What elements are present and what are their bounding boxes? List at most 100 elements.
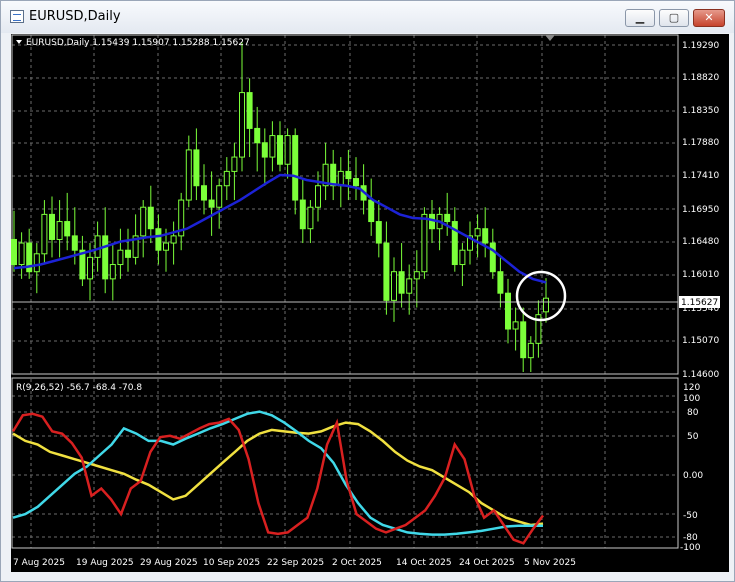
candle-body (87, 256, 93, 280)
candle-body (444, 213, 451, 223)
candle-body (193, 149, 200, 187)
candle-body (512, 321, 519, 330)
indicator-tick: 0.00 (683, 471, 703, 481)
candle-body (299, 199, 306, 230)
candle-body (185, 149, 192, 201)
candle-body (421, 213, 428, 273)
price-tick: 1.14600 (682, 370, 719, 380)
candle-body (223, 170, 230, 187)
price-tick: 1.16010 (682, 270, 719, 280)
candle-body (41, 213, 48, 255)
candle-body (337, 170, 344, 187)
candle-body (102, 235, 109, 280)
indicator-tick: 120 (683, 383, 700, 393)
candle-body (71, 235, 78, 251)
candle-body (459, 249, 466, 266)
date-tick: 7 Aug 2025 (13, 558, 65, 568)
date-tick: 10 Sep 2025 (203, 558, 260, 568)
candle-body (497, 271, 504, 294)
candle-body (140, 206, 147, 237)
date-tick: 19 Aug 2025 (76, 558, 134, 568)
candle-body (368, 199, 375, 223)
candle-body (261, 142, 268, 158)
date-tick: 22 Sep 2025 (267, 558, 324, 568)
candle-body (353, 178, 359, 187)
candle-body (292, 135, 299, 201)
candle-body (489, 242, 496, 273)
candle-body (147, 206, 154, 230)
chart-window-icon (10, 10, 24, 23)
price-chart[interactable]: EURUSD,Daily 1.15439 1.15907 1.15288 1.1… (11, 34, 729, 572)
candle-body (49, 213, 55, 240)
candle-body (505, 292, 511, 330)
candle-body (163, 242, 169, 251)
candle-body (216, 185, 223, 208)
chart-area[interactable]: EURUSD,Daily 1.15439 1.15907 1.15288 1.1… (11, 34, 729, 572)
price-tick: 1.18350 (682, 106, 719, 116)
indicator-tick: 100 (683, 394, 700, 404)
candle-body (413, 271, 420, 280)
price-tick: 1.17410 (682, 171, 719, 181)
candle-body (246, 92, 253, 129)
candle-body (345, 170, 352, 180)
candle-body (307, 206, 314, 230)
indicator-tick: 80 (687, 408, 699, 418)
candle-body (520, 321, 527, 359)
candle-body (239, 92, 245, 158)
close-button[interactable]: ✕ (693, 9, 725, 27)
indicator-label: R(9,26,52) -56.7 -68.4 -70.8 (16, 383, 142, 393)
candle-body (375, 221, 382, 244)
date-tick: 29 Aug 2025 (140, 558, 198, 568)
date-tick: 14 Oct 2025 (396, 558, 452, 568)
indicator-tick: -100 (680, 543, 701, 553)
candle-body (170, 235, 177, 244)
candle-body (269, 135, 276, 158)
date-tick: 2 Oct 2025 (332, 558, 382, 568)
indicator-tick: 50 (687, 432, 699, 442)
price-tick: 1.16480 (682, 237, 719, 247)
candle-body (474, 228, 481, 237)
title-bar[interactable]: EURUSD,Daily ▁ ▢ ✕ (1, 1, 734, 33)
window-title: EURUSD,Daily (29, 9, 121, 24)
candle-body (109, 264, 116, 280)
candle-body (406, 278, 413, 294)
candle-body (527, 342, 534, 359)
candle-body (254, 127, 261, 144)
indicator-tick: -50 (683, 511, 698, 521)
price-tick: 1.15070 (682, 336, 719, 346)
maximize-button[interactable]: ▢ (659, 9, 689, 27)
candle-body (482, 228, 489, 244)
candle-body (208, 199, 215, 208)
candle-body (543, 297, 549, 313)
price-tick: 1.19290 (682, 41, 719, 51)
date-tick: 24 Oct 2025 (459, 558, 515, 568)
price-tick: 1.16950 (682, 205, 719, 215)
candle-body (125, 249, 131, 258)
indicator-tick: -80 (683, 533, 698, 543)
price-tick: 1.17880 (682, 138, 719, 148)
candle-body (315, 185, 321, 208)
candle-body (64, 221, 71, 237)
candle-body (18, 242, 25, 266)
candle-body (11, 238, 17, 266)
candle-body (330, 163, 337, 187)
chart-header: EURUSD,Daily 1.15439 1.15907 1.15288 1.1… (26, 38, 250, 48)
price-tick: 1.18820 (682, 73, 719, 83)
candle-body (277, 135, 283, 165)
candle-body (398, 271, 405, 294)
chart-window: EURUSD,Daily ▁ ▢ ✕ EURUSD,Daily 1.15439 … (0, 0, 735, 582)
candle-body (201, 185, 207, 201)
time-axis[interactable]: 7 Aug 2025 19 Aug 2025 29 Aug 2025 10 Se… (13, 558, 576, 568)
candle-body (94, 235, 101, 258)
candle-body (155, 228, 162, 251)
candle-body (284, 135, 291, 165)
candle-body (231, 156, 238, 172)
candle-body (33, 253, 40, 273)
minimize-button[interactable]: ▁ (625, 9, 655, 27)
current-price-label: 1.15627 (681, 298, 718, 308)
candle-body (383, 242, 390, 301)
date-tick: 5 Nov 2025 (524, 558, 576, 568)
candle-body (391, 271, 397, 301)
candle-body (56, 221, 63, 240)
candle-body (117, 249, 124, 266)
